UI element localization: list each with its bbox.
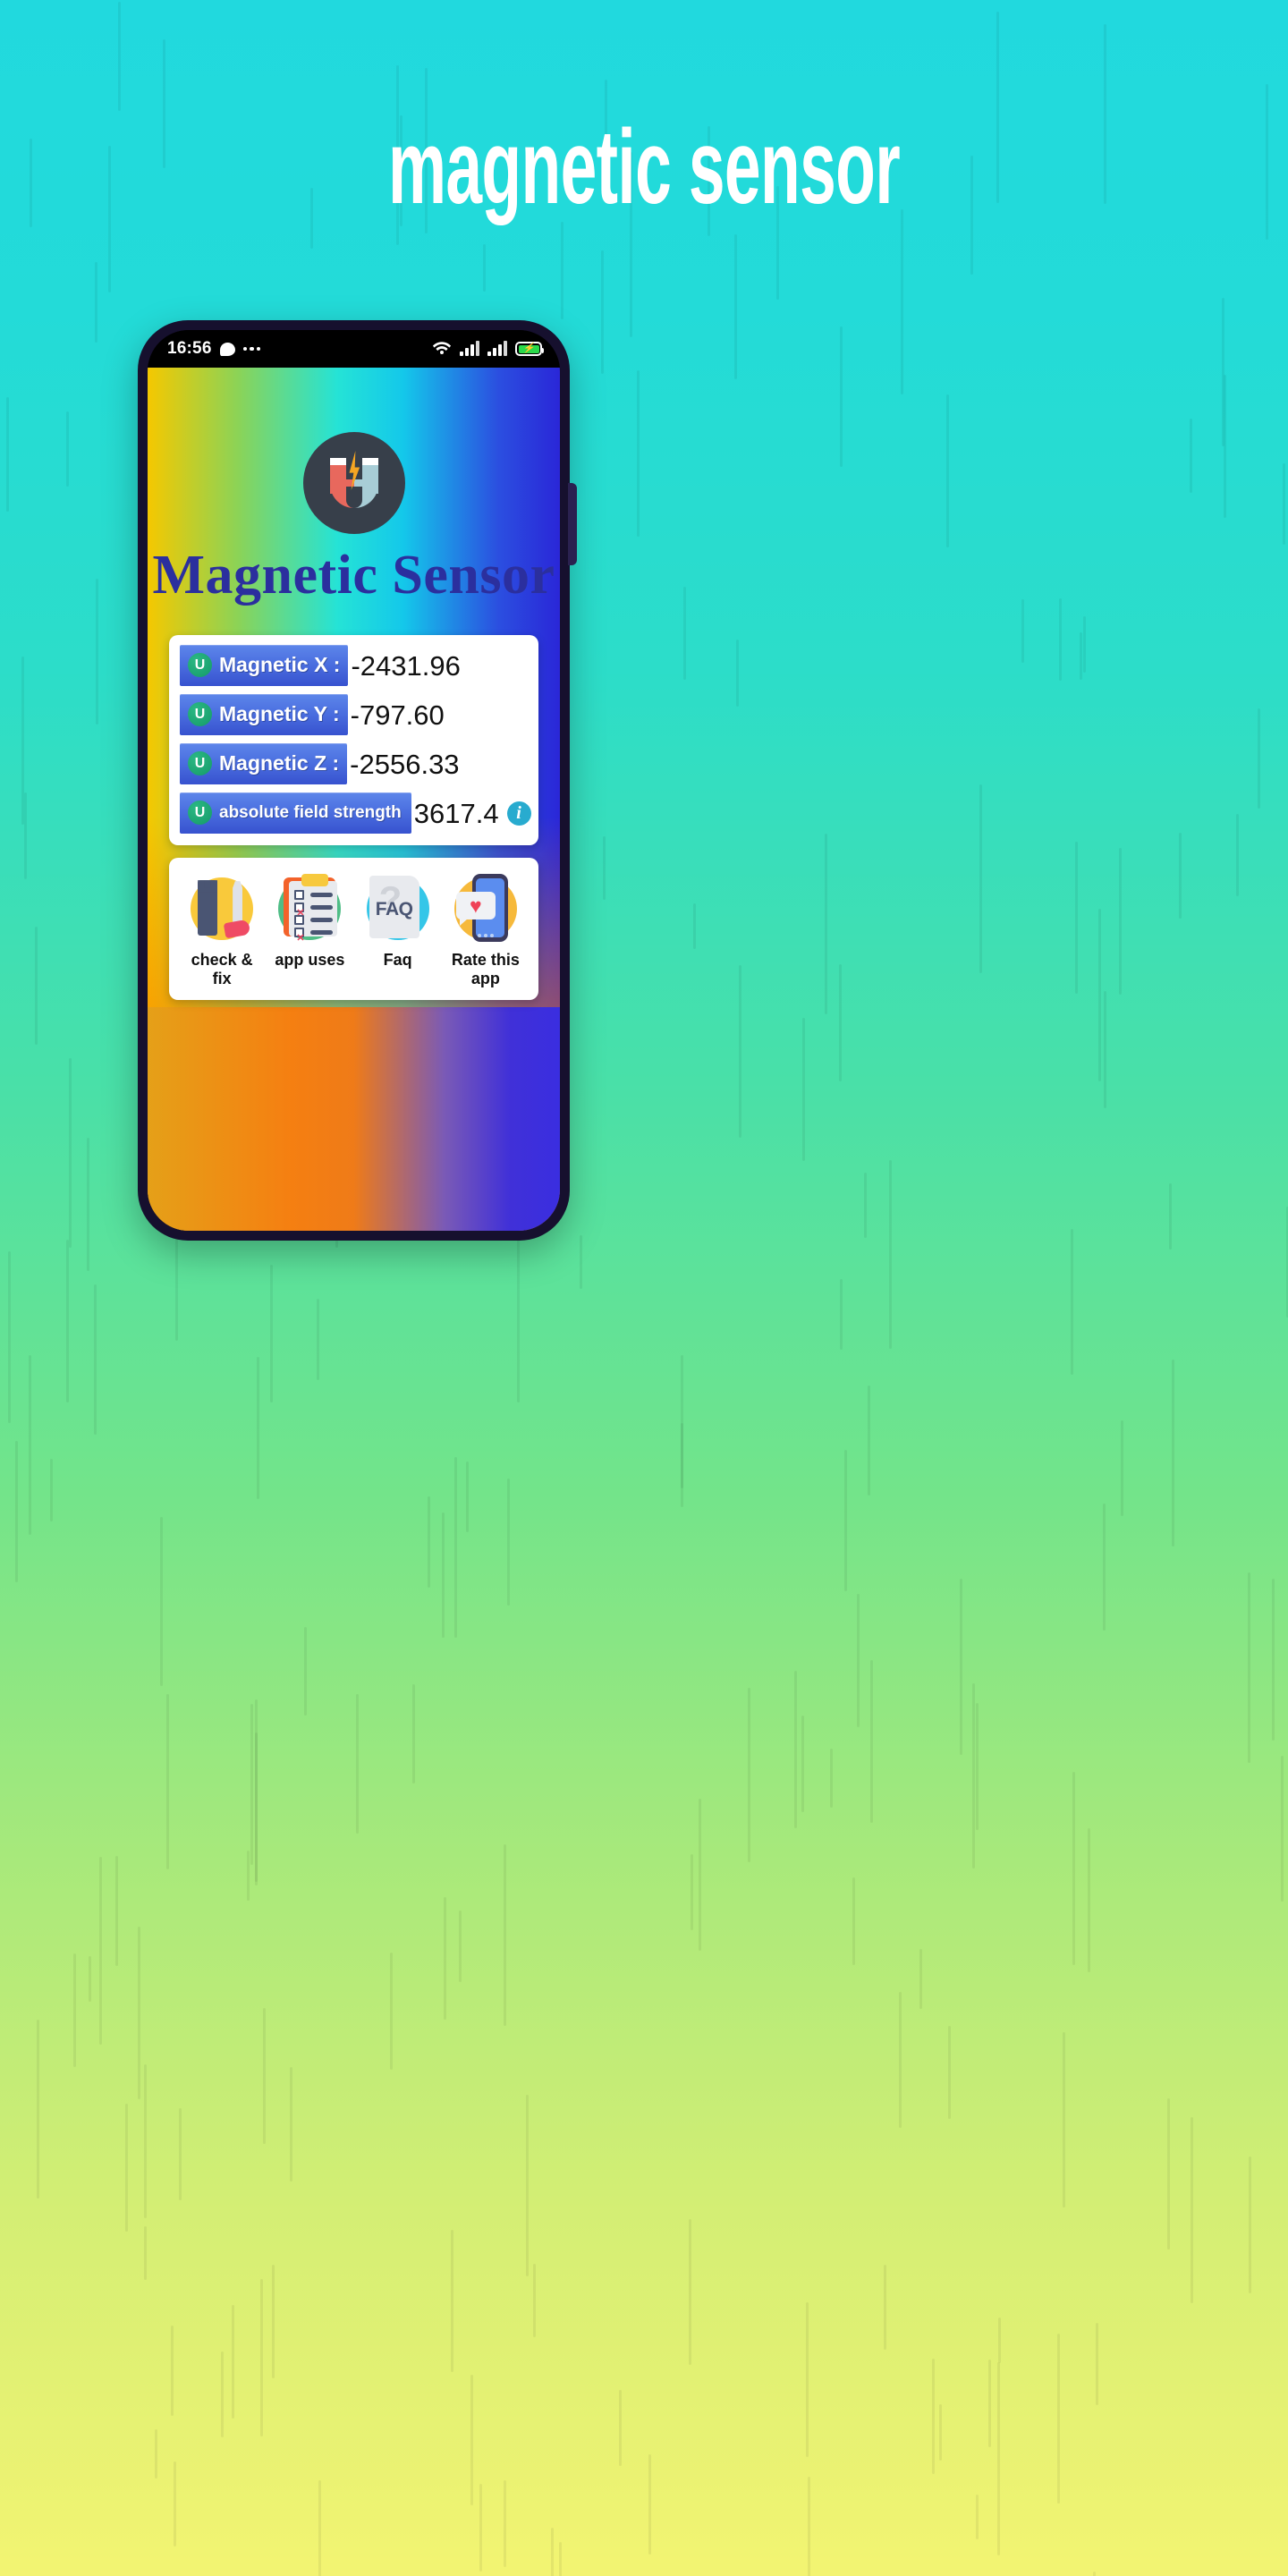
reading-value: 3617.4 <box>413 797 499 829</box>
action-label: Rate this app <box>451 951 520 987</box>
readings-card: Magnetic X : -2431.96 Magnetic Y : -797.… <box>169 635 538 846</box>
magnet-chip-icon <box>188 751 212 776</box>
battery-charging-icon: ⚡ <box>515 342 544 356</box>
bolt-glyph: ⚡ <box>522 343 535 354</box>
phone-screen: 16:56 ⚡ Magnetic Sensor U Magnetic X: -… <box>148 330 560 1231</box>
reading-label: Magnetic X : <box>219 653 341 677</box>
status-time: 16:56 <box>167 339 212 358</box>
rate-phone-heart-icon: ♥ <box>449 872 522 945</box>
reading-value: -2431.96 <box>351 649 461 682</box>
action-rate-this-app[interactable]: ♥ Rate this app <box>444 872 528 987</box>
magnet-chip-icon <box>188 801 212 826</box>
wrench-screwdriver-icon <box>185 872 258 945</box>
page-title: magnetic sensor <box>387 108 901 226</box>
action-app-uses[interactable]: ✕ ✕ app uses <box>267 872 352 970</box>
status-bar: 16:56 ⚡ <box>148 330 560 368</box>
magnet-logo-icon <box>302 432 405 534</box>
action-check-and-fix[interactable]: check & fix <box>180 872 264 987</box>
actions-card: check & fix ✕ ✕ app uses ? FAQ Faq ♥ Rat… <box>169 858 538 1001</box>
reading-value: -2556.33 <box>350 748 460 780</box>
reading-label: Magnetic Z : <box>219 751 340 775</box>
faq-document-icon: ? FAQ <box>361 872 435 945</box>
signal-bars-2-icon <box>487 341 507 356</box>
app-content: Magnetic Sensor Magnetic X : -2431.96 Ma… <box>148 368 560 1231</box>
magnet-chip-icon <box>188 702 212 727</box>
reading-value: -797.60 <box>350 699 445 731</box>
clipboard-checklist-icon: ✕ ✕ <box>273 872 346 945</box>
reading-label: Magnetic Y : <box>219 702 340 726</box>
reading-label: absolute field strength <box>219 803 402 823</box>
action-faq[interactable]: ? FAQ Faq <box>356 872 440 970</box>
magnet-glyph <box>328 451 380 508</box>
reading-row-y[interactable]: Magnetic Y : -797.60 <box>180 694 528 736</box>
signal-bars-icon <box>460 341 479 356</box>
reading-badge: Magnetic Z : <box>180 743 348 785</box>
reading-row-absolute[interactable]: absolute field strength 3617.4 <box>180 792 531 835</box>
app-bottom-gradient <box>148 1007 560 1231</box>
chat-bubble-icon <box>219 342 235 356</box>
phone-side-button[interactable] <box>568 483 577 565</box>
status-bar-right: ⚡ <box>432 339 544 359</box>
heart-glyph: ♥ <box>470 894 482 918</box>
info-icon[interactable] <box>506 801 531 826</box>
reading-row-z[interactable]: Magnetic Z : -2556.33 <box>180 743 528 785</box>
magnet-chip-icon <box>188 653 212 678</box>
action-label: Faq <box>383 951 412 970</box>
reading-badge: absolute field strength <box>180 792 411 835</box>
more-dots-icon <box>242 346 261 352</box>
app-title: Magnetic Sensor <box>152 545 555 606</box>
status-bar-left: 16:56 <box>167 339 261 359</box>
action-label: app uses <box>275 951 345 970</box>
phone-mockup: 16:56 ⚡ Magnetic Sensor U Magnetic X: -… <box>138 320 577 1241</box>
wifi-icon <box>432 339 452 359</box>
reading-badge: Magnetic Y : <box>180 694 348 736</box>
reading-badge: Magnetic X : <box>180 645 349 687</box>
action-label: check & fix <box>191 951 253 987</box>
reading-row-x[interactable]: Magnetic X : -2431.96 <box>180 645 528 687</box>
faq-glyph: FAQ <box>375 899 413 920</box>
